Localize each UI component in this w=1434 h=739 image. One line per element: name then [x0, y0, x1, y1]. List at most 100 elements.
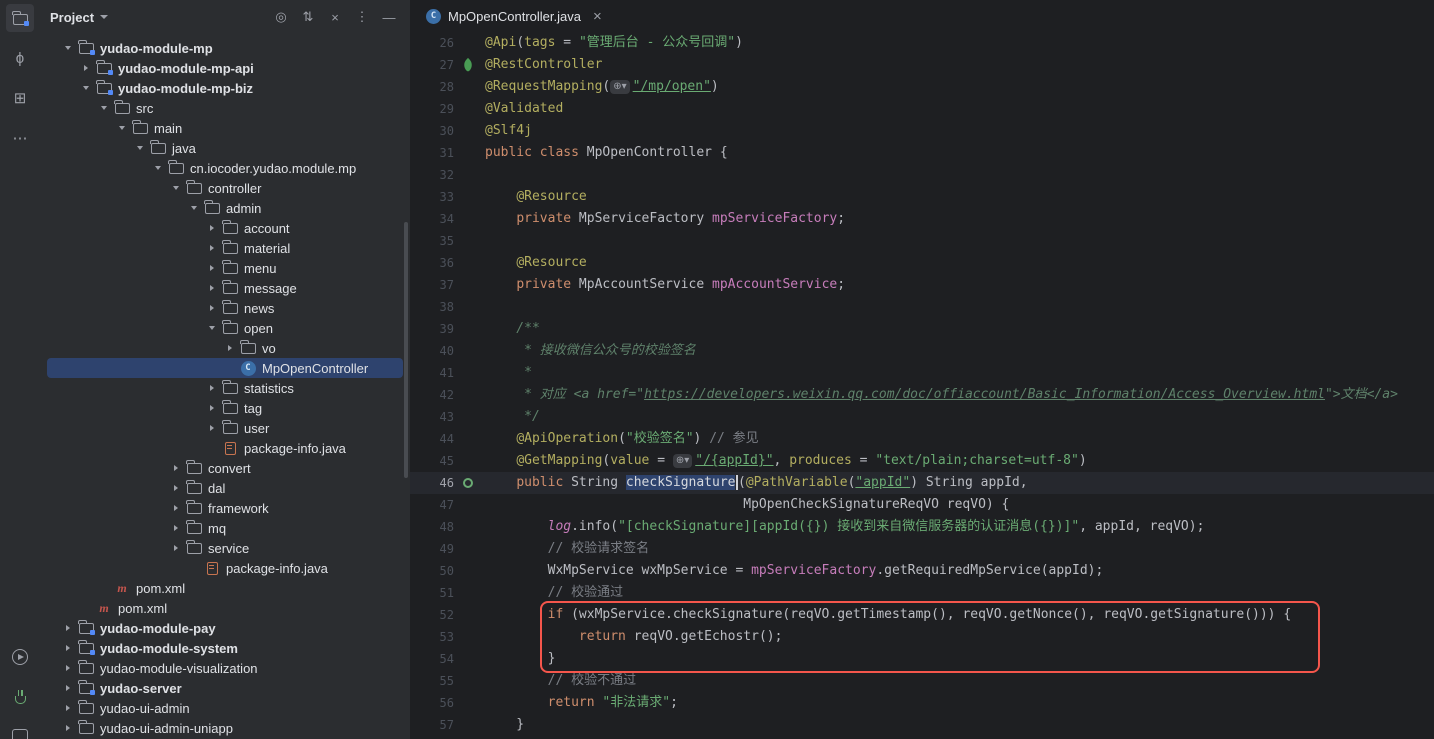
tree-item-message[interactable]: message [47, 278, 403, 298]
line-number[interactable]: 39 [410, 318, 454, 340]
line-number[interactable]: 33 [410, 186, 454, 208]
line-number[interactable]: 29 [410, 98, 454, 120]
code-line-45[interactable]: 45 @GetMapping(value = ⊕▾"/{appId}", pro… [410, 450, 1434, 472]
line-number[interactable]: 28 [410, 76, 454, 98]
line-number[interactable]: 56 [410, 692, 454, 714]
more-tool-windows-icon[interactable]: ⋯ [6, 124, 34, 152]
tree-item-material[interactable]: material [47, 238, 403, 258]
chevron-collapsed-icon[interactable] [203, 225, 221, 231]
code-line-49[interactable]: 49 // 校验请求签名 [410, 538, 1434, 560]
close-tab-icon[interactable]: × [593, 9, 602, 24]
code-line-42[interactable]: 42 * 对应 <a href="https://developers.weix… [410, 384, 1434, 406]
line-number[interactable]: 26 [410, 32, 454, 54]
tree-item-package-info-java[interactable]: package-info.java [47, 438, 403, 458]
line-number[interactable]: 38 [410, 296, 454, 318]
tree-scrollbar[interactable] [404, 222, 408, 478]
line-number[interactable]: 32 [410, 164, 454, 186]
chevron-collapsed-icon[interactable] [59, 665, 77, 671]
line-number[interactable]: 41 [410, 362, 454, 384]
line-number[interactable]: 47 [410, 494, 454, 516]
line-number[interactable]: 31 [410, 142, 454, 164]
tree-item-cn-iocoder-yudao-module-mp[interactable]: cn.iocoder.yudao.module.mp [47, 158, 403, 178]
tree-item-main[interactable]: main [47, 118, 403, 138]
tree-item-dal[interactable]: dal [47, 478, 403, 498]
code-line-36[interactable]: 36 @Resource [410, 252, 1434, 274]
tree-item-yudao-module-mp[interactable]: yudao-module-mp [47, 38, 403, 58]
chevron-expanded-icon[interactable] [77, 86, 95, 90]
line-number[interactable]: 52 [410, 604, 454, 626]
code-line-54[interactable]: 54 } [410, 648, 1434, 670]
chevron-collapsed-icon[interactable] [203, 245, 221, 251]
tree-item-service[interactable]: service [47, 538, 403, 558]
line-number[interactable]: 43 [410, 406, 454, 428]
chevron-expanded-icon[interactable] [203, 326, 221, 330]
more-options-icon[interactable]: ⋮ [351, 6, 373, 28]
code-line-56[interactable]: 56 return "非法请求"; [410, 692, 1434, 714]
line-number[interactable]: 57 [410, 714, 454, 736]
chevron-collapsed-icon[interactable] [167, 485, 185, 491]
commit-tool-icon[interactable]: ϕ [6, 44, 34, 72]
chevron-collapsed-icon[interactable] [221, 345, 239, 351]
code-line-30[interactable]: 30@Slf4j [410, 120, 1434, 142]
code-line-37[interactable]: 37 private MpAccountService mpAccountSer… [410, 274, 1434, 296]
tree-item-account[interactable]: account [47, 218, 403, 238]
line-number[interactable]: 46 [410, 472, 454, 494]
tree-item-mpopencontroller[interactable]: CMpOpenController [47, 358, 403, 378]
hide-panel-icon[interactable]: — [378, 6, 400, 28]
tree-item-menu[interactable]: menu [47, 258, 403, 278]
code-line-39[interactable]: 39 /** [410, 318, 1434, 340]
code-line-31[interactable]: 31public class MpOpenController { [410, 142, 1434, 164]
code-line-26[interactable]: 26@Api(tags = "管理后台 - 公众号回调") [410, 32, 1434, 54]
tree-item-yudao-ui-admin[interactable]: yudao-ui-admin [47, 698, 403, 718]
chevron-collapsed-icon[interactable] [59, 645, 77, 651]
url-inlay-hint[interactable]: ⊕▾ [610, 80, 629, 94]
chevron-expanded-icon[interactable] [95, 106, 113, 110]
chevron-collapsed-icon[interactable] [203, 425, 221, 431]
code-line-38[interactable]: 38 [410, 296, 1434, 318]
code-line-53[interactable]: 53 return reqVO.getEchostr(); [410, 626, 1434, 648]
line-number[interactable]: 51 [410, 582, 454, 604]
chevron-collapsed-icon[interactable] [167, 465, 185, 471]
chevron-expanded-icon[interactable] [149, 166, 167, 170]
line-number[interactable]: 44 [410, 428, 454, 450]
chevron-collapsed-icon[interactable] [59, 705, 77, 711]
chevron-collapsed-icon[interactable] [203, 405, 221, 411]
code-line-33[interactable]: 33 @Resource [410, 186, 1434, 208]
tree-item-src[interactable]: src [47, 98, 403, 118]
tree-item-yudao-module-mp-biz[interactable]: yudao-module-mp-biz [47, 78, 403, 98]
line-number[interactable]: 37 [410, 274, 454, 296]
chevron-collapsed-icon[interactable] [167, 505, 185, 511]
services-tool-icon[interactable] [6, 643, 34, 671]
code-line-29[interactable]: 29@Validated [410, 98, 1434, 120]
locate-file-icon[interactable]: ◎ [270, 6, 292, 28]
code-line-35[interactable]: 35 [410, 230, 1434, 252]
line-number[interactable]: 48 [410, 516, 454, 538]
tree-item-yudao-ui-admin-uniapp[interactable]: yudao-ui-admin-uniapp [47, 718, 403, 738]
tree-item-framework[interactable]: framework [47, 498, 403, 518]
project-panel-title[interactable]: Project [50, 10, 94, 25]
endpoint-gutter-icon[interactable] [463, 478, 473, 488]
terminal-tool-icon[interactable] [6, 723, 34, 739]
project-tool-icon[interactable] [6, 4, 34, 32]
line-number[interactable]: 55 [410, 670, 454, 692]
tree-item-yudao-module-system[interactable]: yudao-module-system [47, 638, 403, 658]
code-line-41[interactable]: 41 * [410, 362, 1434, 384]
line-number[interactable]: 34 [410, 208, 454, 230]
code-line-52[interactable]: 52 if (wxMpService.checkSignature(reqVO.… [410, 604, 1434, 626]
line-number[interactable]: 53 [410, 626, 454, 648]
tree-item-admin[interactable]: admin [47, 198, 403, 218]
line-number[interactable]: 27 [410, 54, 454, 76]
line-number[interactable]: 35 [410, 230, 454, 252]
chevron-expanded-icon[interactable] [59, 46, 77, 50]
code-editor[interactable]: 26@Api(tags = "管理后台 - 公众号回调")27@RestCont… [410, 32, 1434, 739]
line-number[interactable]: 36 [410, 252, 454, 274]
code-line-50[interactable]: 50 WxMpService wxMpService = mpServiceFa… [410, 560, 1434, 582]
chevron-collapsed-icon[interactable] [203, 265, 221, 271]
code-line-48[interactable]: 48 log.info("[checkSignature][appId({}) … [410, 516, 1434, 538]
code-line-55[interactable]: 55 // 校验不通过 [410, 670, 1434, 692]
line-number[interactable]: 30 [410, 120, 454, 142]
code-line-28[interactable]: 28@RequestMapping(⊕▾"/mp/open") [410, 76, 1434, 98]
line-number[interactable]: 50 [410, 560, 454, 582]
chevron-collapsed-icon[interactable] [59, 685, 77, 691]
tree-item-java[interactable]: java [47, 138, 403, 158]
